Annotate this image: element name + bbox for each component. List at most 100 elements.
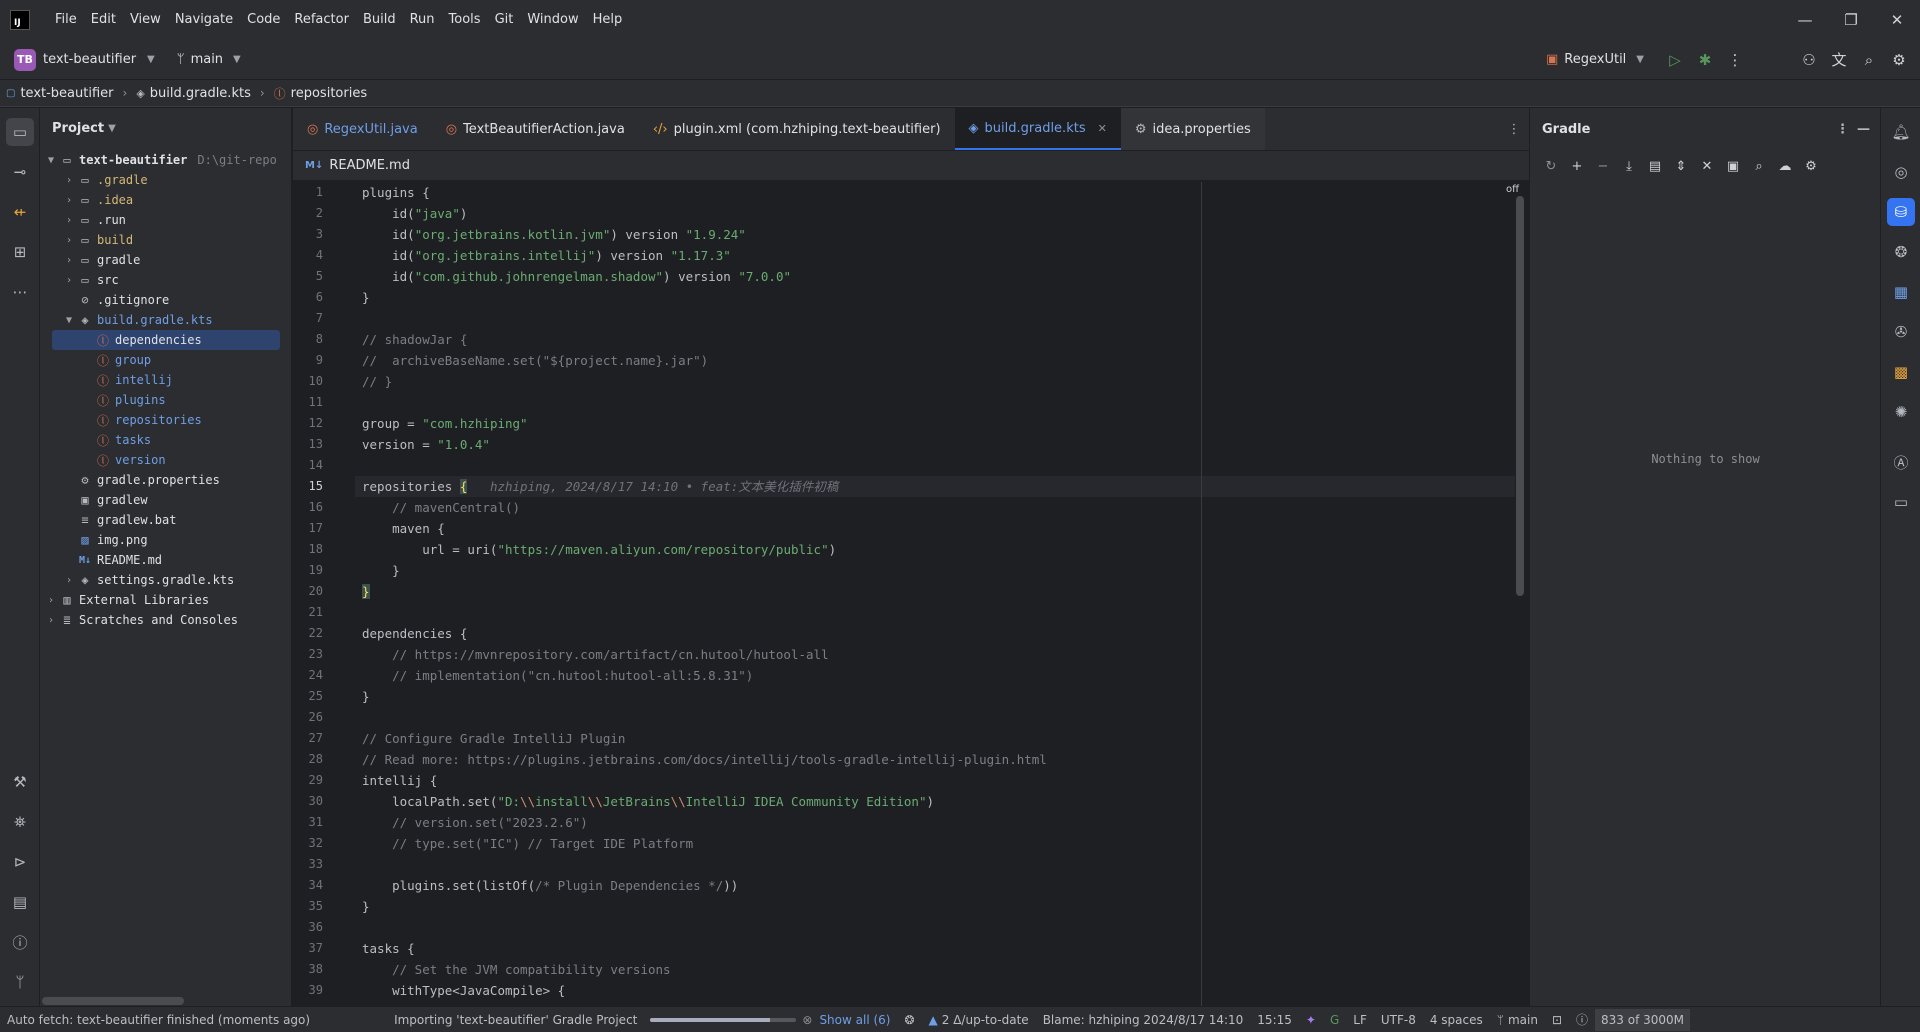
copilot-icon[interactable]: ❂: [1887, 238, 1915, 266]
tabs-more-icon[interactable]: ⋮: [1499, 108, 1529, 150]
tree-item-img-png[interactable]: ▨ img.png: [40, 530, 291, 550]
copilot-status-icon[interactable]: ❂: [897, 1013, 921, 1027]
tree-item-intellij[interactable]: ⓛ intellij: [40, 370, 291, 390]
tree-item-src[interactable]: › ▭ src: [40, 270, 291, 290]
branch-selector[interactable]: ᛘ main ▼: [177, 52, 241, 67]
tree-item-root[interactable]: ▼ ▭ text-beautifier D:\git-repo: [40, 150, 291, 170]
project-panel-header[interactable]: Project ▼: [40, 108, 291, 148]
menu-file[interactable]: File: [48, 0, 84, 40]
translate-icon[interactable]: 文: [1824, 45, 1854, 75]
search-icon[interactable]: ⌕: [1854, 45, 1884, 75]
hide-panel-icon[interactable]: —: [1857, 122, 1870, 137]
commit-icon[interactable]: ⊸: [6, 158, 34, 186]
tab-build-gradle-kts[interactable]: ◈ build.gradle.kts ✕: [954, 108, 1121, 150]
tree-item-scratches[interactable]: › ≣ Scratches and Consoles: [40, 610, 291, 630]
pull-requests-icon[interactable]: ⇷: [6, 198, 34, 226]
menu-view[interactable]: View: [123, 0, 168, 40]
google-translate-icon[interactable]: G: [1323, 1013, 1346, 1027]
file-encoding[interactable]: UTF-8: [1374, 1013, 1423, 1027]
tab-idea-properties[interactable]: ⚙ idea.properties: [1120, 108, 1265, 150]
menu-refactor[interactable]: Refactor: [287, 0, 356, 40]
editor-vertical-scrollbar[interactable]: [1516, 196, 1524, 596]
add-user-icon[interactable]: ⚇: [1794, 45, 1824, 75]
tree-item-settings-gradle-kts[interactable]: › ◈ settings.gradle.kts: [40, 570, 291, 590]
lock-icon[interactable]: ⊡: [1545, 1013, 1569, 1027]
breadcrumb-project[interactable]: ▢ text-beautifier: [6, 86, 114, 101]
tree-item-plugins[interactable]: ⓛ plugins: [40, 390, 291, 410]
tree-item-gradlew[interactable]: ▣ gradlew: [40, 490, 291, 510]
tree-item-external-libraries[interactable]: › ▥ External Libraries: [40, 590, 291, 610]
collapse-all-icon[interactable]: ✕: [1698, 159, 1716, 174]
memory-indicator[interactable]: 833 of 3000M: [1595, 1008, 1691, 1031]
menu-code[interactable]: Code: [240, 0, 287, 40]
caret-position[interactable]: 15:15: [1250, 1013, 1299, 1027]
git-icon[interactable]: ᛘ: [6, 968, 34, 996]
project-folder-icon[interactable]: ▭: [6, 118, 34, 146]
add-icon[interactable]: +: [1568, 159, 1586, 174]
tree-item-gradle-dir[interactable]: › ▭ .gradle: [40, 170, 291, 190]
tree-item-gradle-properties[interactable]: ⚙ gradle.properties: [40, 470, 291, 490]
run-icon[interactable]: ▷: [1660, 45, 1690, 75]
code-editor[interactable]: 1 2 3 4 5 6 7 8 9 10 11 12 13 14 15 16 17 18 19 20 21 22 23 24 2…: [293, 182, 1529, 1006]
tree-item-gitignore[interactable]: ⊘ .gitignore: [40, 290, 291, 310]
blame-info[interactable]: Blame: hzhiping 2024/8/17 14:10: [1036, 1013, 1251, 1027]
menu-help[interactable]: Help: [586, 0, 630, 40]
run-config-selector[interactable]: ▣ RegexUtil ▼: [1546, 52, 1644, 67]
close-tab-icon[interactable]: ✕: [1098, 122, 1107, 135]
show-all-tasks-link[interactable]: Show all (6): [812, 1013, 897, 1027]
menu-tools[interactable]: Tools: [442, 0, 488, 40]
tree-item-repositories[interactable]: ⓛ repositories: [40, 410, 291, 430]
gradle-elephant-icon[interactable]: ⛁: [1887, 198, 1915, 226]
cancel-task-icon[interactable]: ⊗: [802, 1013, 812, 1027]
package-icon[interactable]: ▩: [1887, 358, 1915, 386]
tab-plugin-xml[interactable]: ‹/› plugin.xml (com.hzhiping.text-beauti…: [639, 108, 955, 150]
close-icon[interactable]: ✕: [1874, 0, 1920, 40]
menu-edit[interactable]: Edit: [84, 0, 123, 40]
tree-item-tasks[interactable]: ⓛ tasks: [40, 430, 291, 450]
codeium-icon[interactable]: ✇: [1887, 318, 1915, 346]
build-hammer-icon[interactable]: ⚒: [6, 768, 34, 796]
background-task-label[interactable]: Importing 'text-beautifier' Gradle Proje…: [387, 1013, 644, 1027]
ai-status-icon[interactable]: ✦: [1299, 1013, 1323, 1027]
problems-icon[interactable]: ⓘ: [6, 928, 34, 956]
download-icon[interactable]: ⤓: [1620, 159, 1638, 174]
line-separator[interactable]: LF: [1346, 1013, 1374, 1027]
more-horizontal-icon[interactable]: ⋯: [6, 278, 34, 306]
more-vertical-icon[interactable]: ⋮: [1836, 122, 1849, 137]
tree-item-run[interactable]: › ▭ .run: [40, 210, 291, 230]
services-icon[interactable]: ⛯: [6, 808, 34, 836]
project-horizontal-scrollbar[interactable]: [42, 997, 184, 1005]
toggle-view-icon[interactable]: ▣: [1724, 159, 1742, 174]
subheader-file-label[interactable]: README.md: [329, 158, 410, 173]
toolbox-icon[interactable]: ▭: [1887, 488, 1915, 516]
menu-navigate[interactable]: Navigate: [168, 0, 240, 40]
vcs-updates[interactable]: ▲ 2 Δ/up-to-date: [922, 1013, 1036, 1027]
tree-item-build[interactable]: › ▭ build: [40, 230, 291, 250]
git-branch-status[interactable]: ᛘ main: [1490, 1013, 1545, 1027]
run-circle-icon[interactable]: ⊳: [6, 848, 34, 876]
terminal-icon[interactable]: ▤: [6, 888, 34, 916]
remove-icon[interactable]: −: [1594, 159, 1612, 174]
analyze-dependencies-icon[interactable]: ⌕: [1750, 159, 1768, 174]
project-selector[interactable]: TB text-beautifier ▼: [14, 48, 155, 71]
reload-icon[interactable]: ↻: [1542, 159, 1560, 174]
menu-build[interactable]: Build: [356, 0, 403, 40]
tree-item-dependencies[interactable]: ⓛ dependencies: [40, 330, 291, 350]
gradle-settings-icon[interactable]: ⚙: [1802, 159, 1820, 174]
problems-status-icon[interactable]: ⓘ: [1569, 1011, 1595, 1028]
tree-item-build-gradle-kts[interactable]: ▼ ◈ build.gradle.kts: [40, 310, 291, 330]
breadcrumb-symbol[interactable]: ⓛ repositories: [274, 85, 367, 102]
structure-icon[interactable]: ⊞: [6, 238, 34, 266]
debug-icon[interactable]: ✱: [1690, 45, 1720, 75]
font-icon[interactable]: Ⓐ: [1887, 448, 1915, 476]
document-icon[interactable]: ▦: [1887, 278, 1915, 306]
offline-mode-icon[interactable]: ☁: [1776, 159, 1794, 174]
status-message[interactable]: Auto fetch: text-beautifier finished (mo…: [0, 1013, 317, 1027]
settings-gear-icon[interactable]: ⚙: [1884, 45, 1914, 75]
restore-icon[interactable]: ❐: [1828, 0, 1874, 40]
tree-item-group[interactable]: ⓛ group: [40, 350, 291, 370]
notifications-icon[interactable]: 🔔︎: [1887, 118, 1915, 146]
tab-textbeautifieraction[interactable]: ◎ TextBeautifierAction.java: [432, 108, 639, 150]
more-vertical-icon[interactable]: ⋮: [1720, 45, 1750, 75]
ai-assistant-icon[interactable]: ◎: [1887, 158, 1915, 186]
